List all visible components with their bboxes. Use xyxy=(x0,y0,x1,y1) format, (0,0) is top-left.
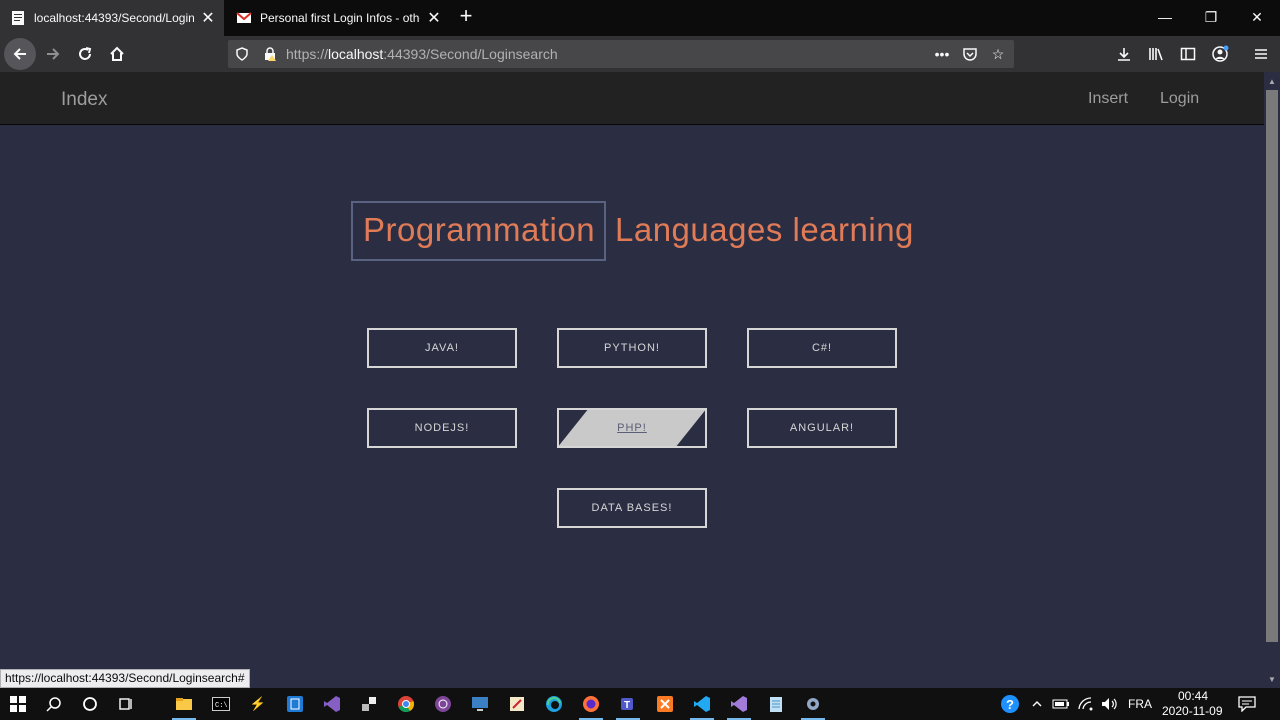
new-tab-button[interactable]: + xyxy=(455,5,477,28)
notes-app-icon[interactable] xyxy=(505,692,529,716)
pocket-icon[interactable] xyxy=(962,46,978,62)
minimize-icon[interactable]: — xyxy=(1142,0,1188,34)
battery-icon[interactable] xyxy=(1049,692,1073,716)
help-icon[interactable]: ? xyxy=(998,692,1022,716)
search-icon[interactable] xyxy=(42,692,66,716)
task-view-icon[interactable] xyxy=(114,692,138,716)
settings-app-icon[interactable] xyxy=(801,692,825,716)
notepad-icon[interactable] xyxy=(764,692,788,716)
teams-icon[interactable]: T xyxy=(616,692,640,716)
shield-icon[interactable] xyxy=(234,46,250,62)
clock-time[interactable]: 00:44 xyxy=(1178,689,1208,703)
bookmark-star-icon[interactable]: ☆ xyxy=(990,46,1006,62)
svg-text:C:\: C:\ xyxy=(215,702,228,710)
app-blue-square-icon[interactable] xyxy=(283,692,307,716)
brand-link[interactable]: Index xyxy=(61,89,107,111)
nav-link-login[interactable]: Login xyxy=(1160,90,1199,108)
account-icon[interactable] xyxy=(1210,44,1230,64)
download-icon[interactable] xyxy=(1114,44,1134,64)
vscode-icon[interactable] xyxy=(690,692,714,716)
home-icon[interactable] xyxy=(101,38,133,70)
windows-taskbar: C:\ ⚡ T ? FRA 00:44 2020-11-09 xyxy=(0,688,1280,720)
hero-title-rest: Languages learning xyxy=(615,211,914,248)
close-icon[interactable]: ✕ xyxy=(200,8,216,28)
svg-text:?: ? xyxy=(1006,697,1014,712)
xampp-icon[interactable] xyxy=(653,692,677,716)
visual-studio-icon[interactable] xyxy=(320,692,344,716)
angular-button[interactable]: ANGULAR! xyxy=(747,408,897,448)
page-icon xyxy=(12,11,24,25)
reload-icon[interactable] xyxy=(69,38,101,70)
sidebar-icon[interactable] xyxy=(1178,44,1198,64)
tab-active[interactable]: localhost:44393/Second/Loginsearch ✕ xyxy=(0,0,224,36)
restore-icon[interactable]: ❐ xyxy=(1188,0,1234,34)
keyboard-language[interactable]: FRA xyxy=(1128,697,1152,711)
window-close-icon[interactable]: ✕ xyxy=(1234,0,1280,34)
back-icon[interactable] xyxy=(4,38,36,70)
more-actions-icon[interactable]: ••• xyxy=(934,46,950,62)
tab-inactive[interactable]: Personal first Login Infos - other ✕ xyxy=(226,0,448,36)
network-tool-icon[interactable] xyxy=(357,692,381,716)
visual-studio-2-icon[interactable] xyxy=(727,692,751,716)
library-icon[interactable] xyxy=(1146,44,1166,64)
gmail-icon xyxy=(236,12,252,23)
browser-toolbar: https://localhost:44393/Second/Loginsear… xyxy=(0,36,1280,72)
wifi-icon[interactable] xyxy=(1074,692,1098,716)
python-button[interactable]: PYTHON! xyxy=(557,328,707,368)
forward-icon[interactable] xyxy=(37,38,69,70)
clock-date[interactable]: 2020-11-09 xyxy=(1162,704,1223,718)
scroll-up-icon[interactable]: ▲ xyxy=(1264,73,1280,89)
volume-icon[interactable] xyxy=(1098,692,1122,716)
databases-button[interactable]: DATA BASES! xyxy=(557,488,707,528)
monitor-app-icon[interactable] xyxy=(468,692,492,716)
notifications-icon[interactable] xyxy=(1235,692,1259,716)
csharp-button[interactable]: C#! xyxy=(747,328,897,368)
firefox-icon[interactable] xyxy=(579,692,603,716)
tab-title: Personal first Login Infos - other xyxy=(260,11,420,25)
hero-title-first-word: Programmation xyxy=(363,211,596,248)
scrollbar-thumb[interactable] xyxy=(1266,90,1278,642)
url-text: https://localhost:44393/Second/Loginsear… xyxy=(286,46,558,62)
close-icon[interactable]: ✕ xyxy=(426,8,442,28)
menu-icon[interactable] xyxy=(1251,44,1271,64)
windows-start-icon[interactable] xyxy=(6,692,30,716)
chevron-up-icon[interactable] xyxy=(1025,692,1049,716)
main-content: Programmation Languages learning JAVA! P… xyxy=(0,125,1264,665)
edge-icon[interactable] xyxy=(542,692,566,716)
status-link-preview: https://localhost:44393/Second/Loginsear… xyxy=(0,669,250,688)
lightning-app-icon[interactable]: ⚡ xyxy=(246,692,270,716)
lock-warning-icon[interactable] xyxy=(262,46,278,62)
url-bar[interactable]: https://localhost:44393/Second/Loginsear… xyxy=(228,40,1014,68)
nav-link-insert[interactable]: Insert xyxy=(1088,90,1128,108)
tab-title: localhost:44393/Second/Loginsearch xyxy=(34,11,194,25)
scroll-down-icon[interactable]: ▼ xyxy=(1264,671,1280,687)
cortana-icon[interactable] xyxy=(78,692,102,716)
php-button[interactable]: PHP! xyxy=(557,408,707,448)
nodejs-button[interactable]: NODEJS! xyxy=(367,408,517,448)
cmd-icon[interactable]: C:\ xyxy=(209,692,233,716)
file-explorer-icon[interactable] xyxy=(172,692,196,716)
site-navbar: Index Insert Login xyxy=(0,72,1264,125)
browser-tab-bar: localhost:44393/Second/Loginsearch ✕ Per… xyxy=(0,0,1280,36)
svg-text:T: T xyxy=(624,700,630,711)
java-button[interactable]: JAVA! xyxy=(367,328,517,368)
tor-browser-icon[interactable] xyxy=(431,692,455,716)
chrome-icon[interactable] xyxy=(394,692,418,716)
